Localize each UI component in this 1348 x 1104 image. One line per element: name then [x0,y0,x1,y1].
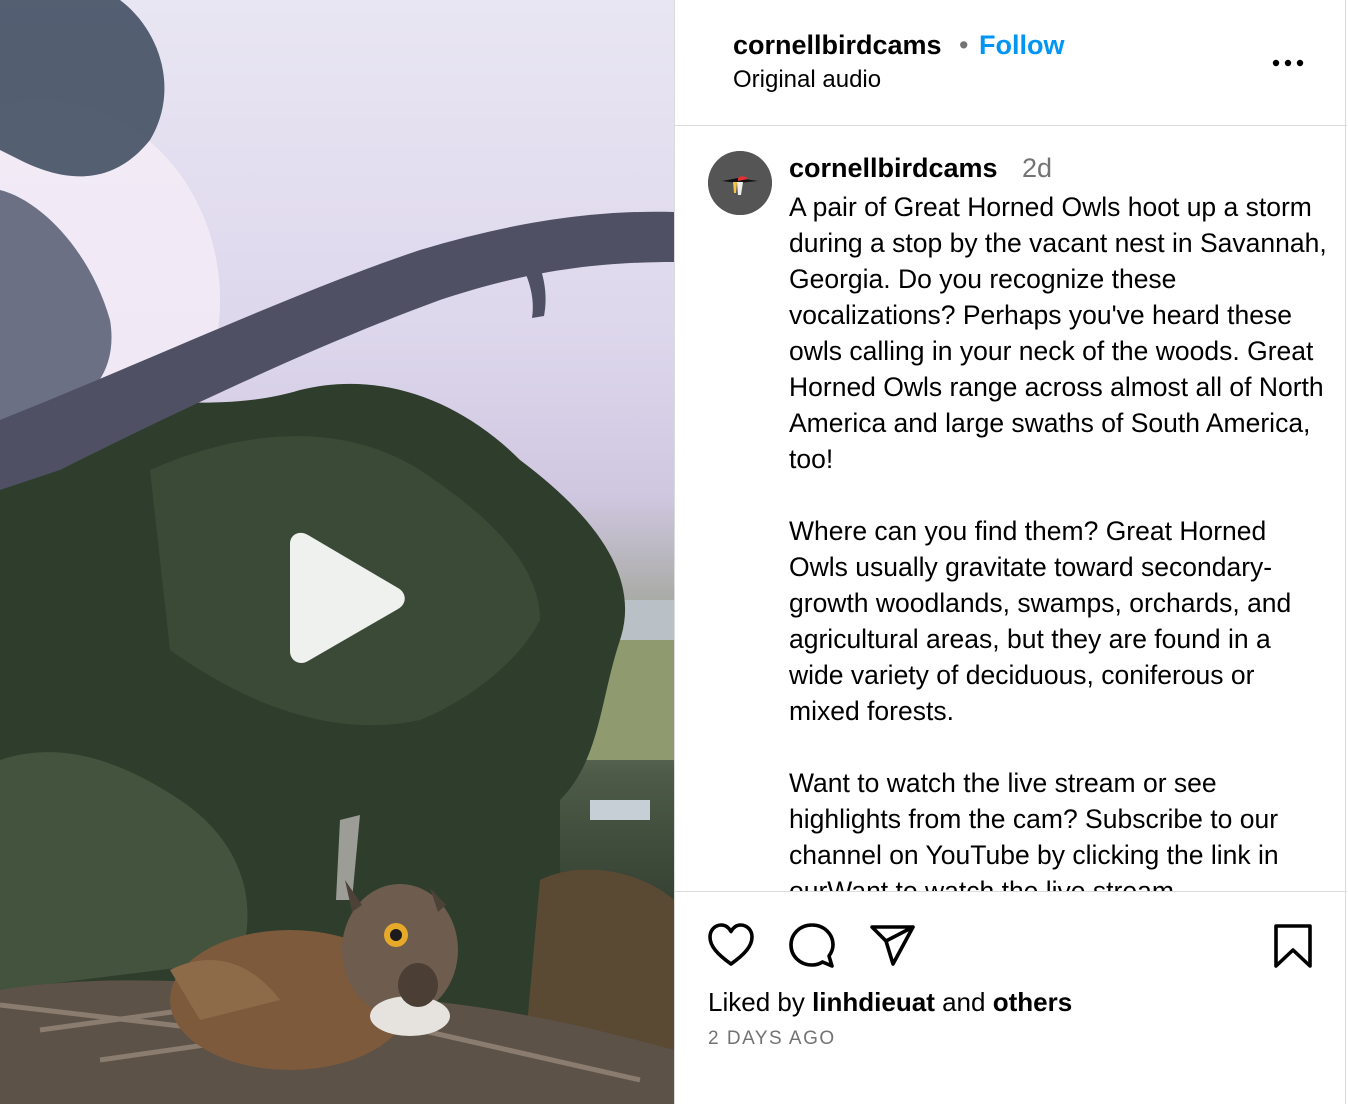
play-button[interactable] [280,530,410,665]
header-separator: • [959,30,969,60]
likes-others-link[interactable]: others [993,987,1072,1017]
play-icon [290,532,405,663]
more-options-button[interactable] [1271,46,1311,76]
save-button[interactable] [1272,923,1314,974]
video-player[interactable] [0,0,674,1104]
woodpecker-logo-icon [708,151,772,215]
likes-summary: Liked by linhdieuat and others [708,987,1072,1018]
bookmark-icon [1274,924,1312,968]
like-button[interactable] [707,922,755,973]
audio-link[interactable]: Original audio [733,66,881,94]
action-bar: Liked by linhdieuat and others 2 DAYS AG… [675,892,1347,1104]
caption-section[interactable]: cornellbirdcams 2d A pair of Great Horne… [675,127,1347,892]
comment-icon [789,923,835,968]
caption-text: A pair of Great Horned Owls hoot up a st… [789,192,1327,892]
caption-username-link[interactable]: cornellbirdcams [789,153,998,184]
avatar[interactable] [708,151,772,215]
heart-icon [708,923,754,966]
caption-timestamp[interactable]: 2d [1022,153,1052,184]
likes-prefix: Liked by [708,987,805,1017]
post-date[interactable]: 2 DAYS AGO [708,1028,836,1050]
post-panel: cornellbirdcams • Follow Original audio … [674,0,1347,1104]
send-icon [870,925,915,966]
post-header: cornellbirdcams • Follow Original audio [675,0,1347,126]
comment-button[interactable] [788,922,836,975]
likes-conjunction: and [942,987,986,1017]
more-horizontal-icon [1272,59,1304,67]
liker-username-link[interactable]: linhdieuat [812,987,935,1017]
share-button[interactable] [869,923,917,974]
follow-button[interactable]: Follow [979,30,1064,61]
header-username-link[interactable]: cornellbirdcams [733,30,942,61]
